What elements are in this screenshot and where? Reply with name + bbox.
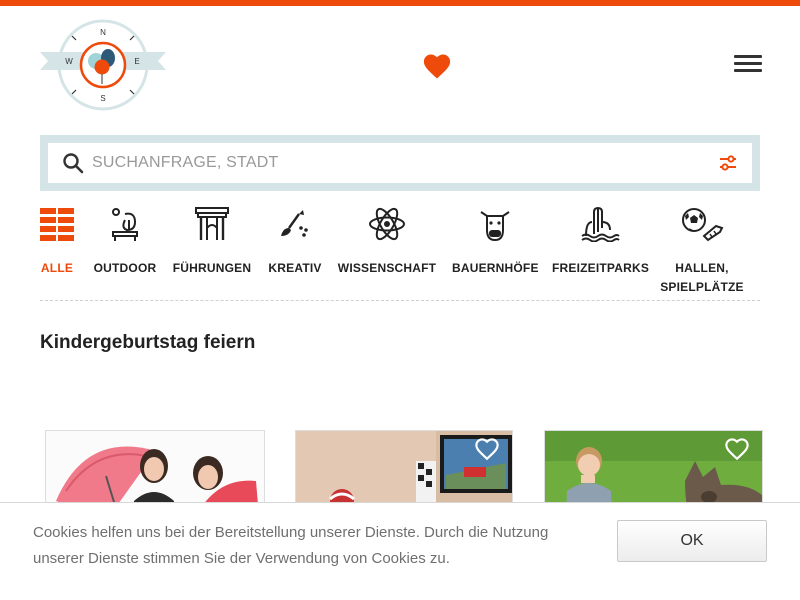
logo-letter-e: E: [134, 57, 139, 66]
category-all[interactable]: ALLE: [40, 206, 74, 278]
search-input[interactable]: [92, 143, 702, 183]
section-title: Kindergeburtstag feiern: [40, 332, 256, 353]
gate-icon: [195, 207, 229, 240]
search-box: [48, 143, 752, 183]
hamburger-menu-icon[interactable]: [734, 55, 762, 75]
cookie-banner: Cookies helfen uns bei der Bereitstellun…: [0, 502, 800, 600]
category-bar: ALLE OUTDOOR FÜHRUNGEN KREATIV WISSENSCH…: [40, 206, 760, 301]
category-parks[interactable]: FREIZEITPARKS: [552, 206, 650, 278]
category-creative[interactable]: KREATIV: [266, 206, 324, 278]
category-farms[interactable]: BAUERNHÖFE: [452, 206, 538, 278]
category-label: FREIZEITPARKS: [552, 261, 650, 275]
category-halls-playgrounds[interactable]: HALLEN, SPIELPLÄTZE: [660, 206, 744, 297]
logo-letter-n: N: [100, 28, 106, 37]
paintbrush-icon: [281, 210, 308, 237]
logo-letter-w: W: [65, 57, 73, 66]
cookie-ok-button[interactable]: OK: [617, 520, 767, 562]
card-favorite-heart-icon[interactable]: [724, 437, 750, 461]
category-label-line1: HALLEN,: [675, 261, 729, 275]
ball-icon: [682, 208, 724, 242]
atom-icon: [369, 207, 405, 241]
category-label: OUTDOOR: [93, 261, 157, 275]
category-label-line2: SPIELPLÄTZE: [660, 280, 744, 294]
category-outdoor[interactable]: OUTDOOR: [90, 206, 160, 278]
header: N S W E: [0, 6, 800, 126]
outdoor-icon: [112, 208, 138, 241]
search-icon: [63, 153, 84, 174]
compass-logo[interactable]: N S W E: [38, 18, 168, 112]
card-favorite-heart-icon[interactable]: [474, 437, 500, 461]
category-label: ALLE: [40, 261, 74, 275]
category-label: KREATIV: [268, 261, 322, 275]
category-label: BAUERNHÖFE: [452, 261, 539, 275]
category-science[interactable]: WISSENSCHAFT: [337, 206, 437, 278]
search-bar: [40, 135, 760, 191]
category-label: WISSENSCHAFT: [337, 261, 437, 275]
cookie-message: Cookies helfen uns bei der Bereitstellun…: [33, 524, 549, 567]
favorites-heart-icon[interactable]: [422, 52, 452, 80]
category-label: HALLEN, SPIELPLÄTZE: [660, 259, 744, 297]
filter-sliders-icon[interactable]: [718, 154, 738, 172]
category-label: FÜHRUNGEN: [172, 261, 252, 275]
category-tours[interactable]: FÜHRUNGEN: [172, 206, 252, 278]
cow-icon: [480, 211, 510, 242]
logo-letter-s: S: [100, 94, 105, 103]
waterslide-icon: [581, 206, 620, 242]
grid-icon: [40, 208, 74, 241]
